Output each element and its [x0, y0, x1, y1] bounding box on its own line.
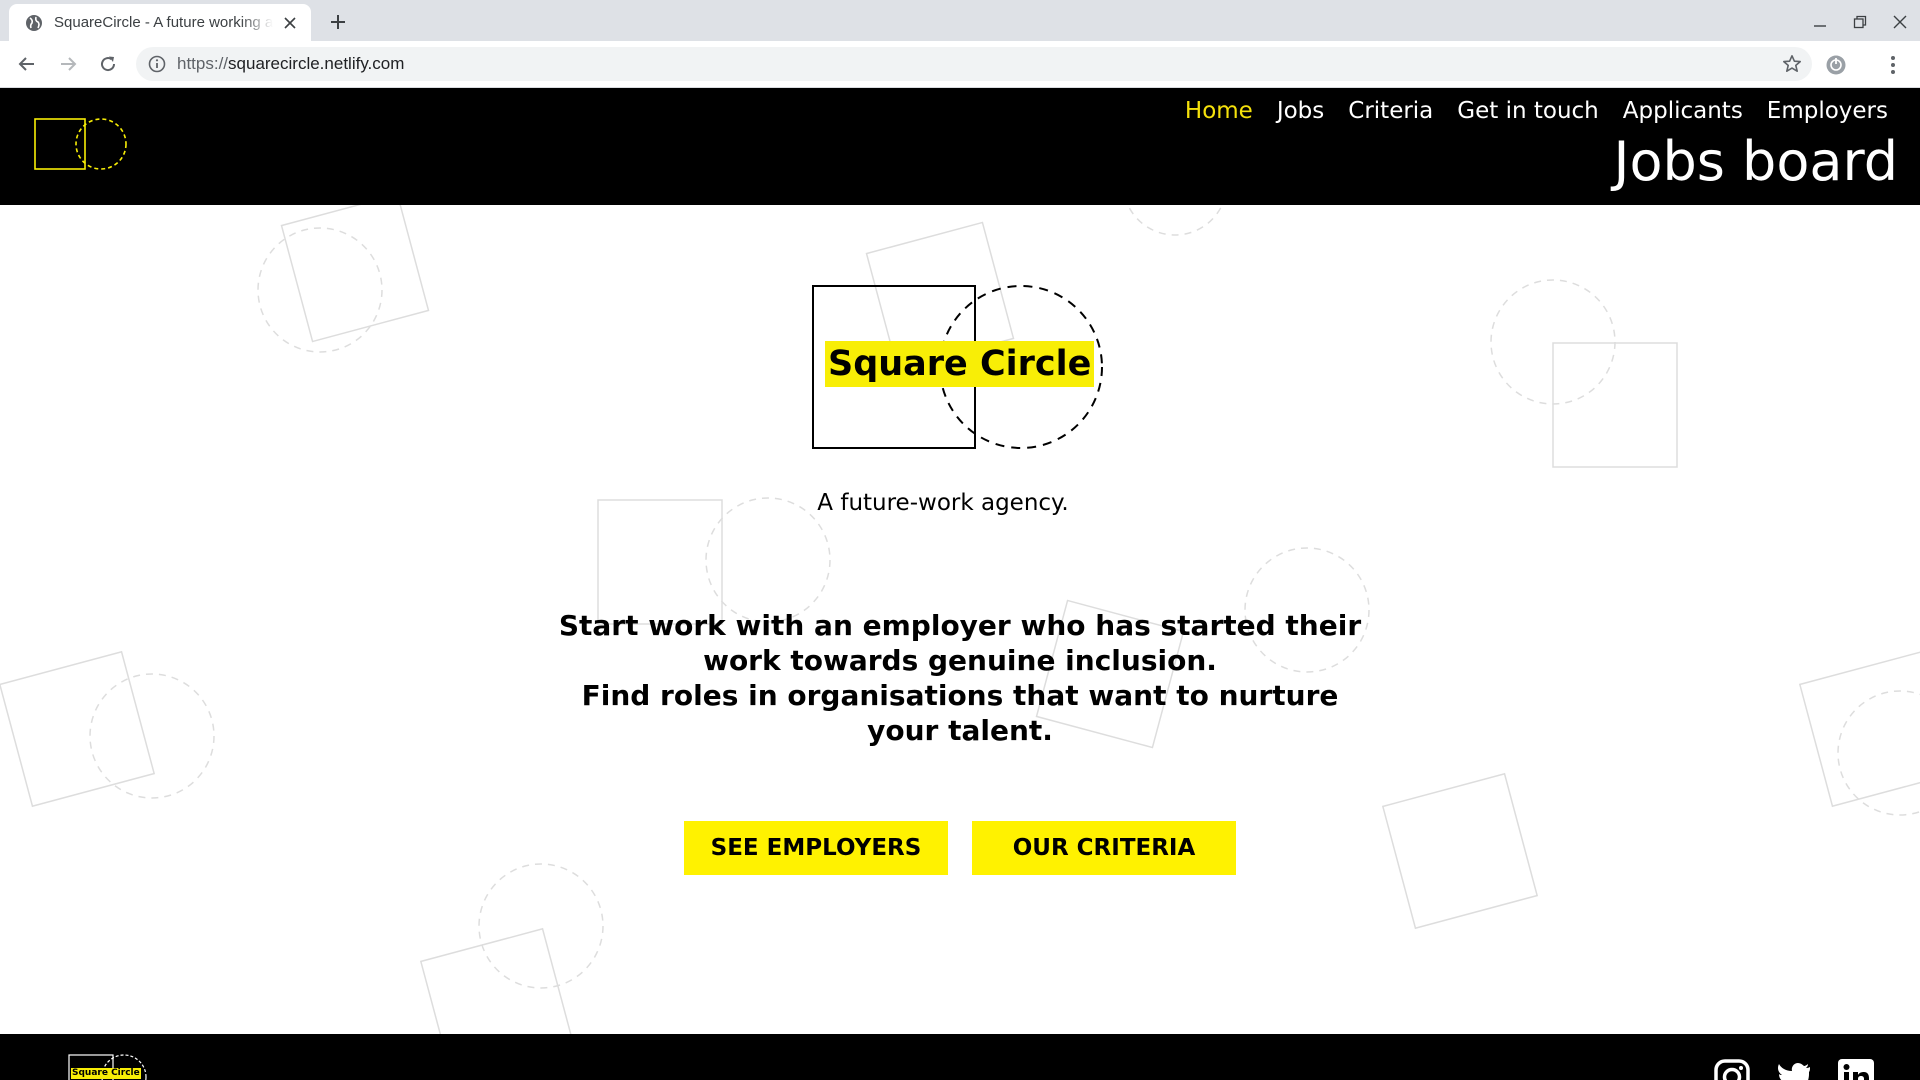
arrow-left-icon	[18, 57, 34, 71]
our-criteria-button[interactable]: OUR CRITERIA	[972, 821, 1236, 875]
site-header: Home Jobs Criteria Get in touch Applican…	[0, 88, 1920, 205]
squarecircle-logo[interactable]	[34, 118, 128, 170]
nav-home[interactable]: Home	[1185, 98, 1253, 124]
url-text: https://squarecircle.netlify.com	[177, 54, 404, 74]
restore-icon	[1853, 15, 1867, 29]
kebab-menu-icon	[1891, 56, 1895, 74]
close-window-button[interactable]	[1888, 10, 1912, 34]
url-scheme: https://	[177, 54, 229, 73]
nav-criteria[interactable]: Criteria	[1348, 98, 1433, 124]
star-icon[interactable]	[1782, 54, 1802, 74]
reload-button[interactable]	[93, 49, 123, 79]
plus-icon	[331, 15, 345, 29]
web-page: Home Jobs Criteria Get in touch Applican…	[0, 88, 1920, 1080]
extension-button[interactable]	[1824, 53, 1848, 77]
reload-icon	[101, 56, 116, 72]
nav-applicants[interactable]: Applicants	[1623, 98, 1743, 124]
url-host: squarecircle.netlify.com	[228, 54, 405, 73]
arrow-right-icon	[61, 57, 77, 71]
hero-logo-text: Square Circle	[825, 341, 1095, 387]
background-shapes	[0, 130, 1920, 1080]
address-bar[interactable]: https://squarecircle.netlify.com	[136, 47, 1812, 81]
browser-toolbar: https://squarecircle.netlify.com	[0, 41, 1920, 88]
intro-text: Start work with an employer who has star…	[545, 608, 1375, 748]
info-icon[interactable]	[148, 55, 166, 73]
tagline: A future-work agency.	[817, 490, 1069, 516]
nav-get-in-touch[interactable]: Get in touch	[1457, 98, 1598, 124]
minimize-button[interactable]	[1808, 10, 1832, 34]
linkedin-icon[interactable]	[1838, 1059, 1874, 1080]
menu-button[interactable]	[1881, 53, 1905, 77]
browser-tab[interactable]: SquareCircle - A future working agency	[9, 4, 311, 41]
forward-button[interactable]	[53, 49, 83, 79]
extension-icon	[1826, 55, 1846, 75]
nav-employers[interactable]: Employers	[1767, 98, 1888, 124]
restore-button[interactable]	[1848, 10, 1872, 34]
site-footer: Square Circle	[0, 1034, 1920, 1080]
globe-icon	[26, 14, 42, 31]
footer-logo-text: Square Circle	[71, 1068, 141, 1079]
tab-title: SquareCircle - A future working agency	[54, 14, 273, 31]
tab-close-icon[interactable]	[281, 14, 299, 32]
instagram-icon[interactable]	[1714, 1059, 1750, 1080]
main-nav: Home Jobs Criteria Get in touch Applican…	[1185, 98, 1888, 124]
minimize-icon	[1814, 25, 1826, 27]
see-employers-button[interactable]: SEE EMPLOYERS	[684, 821, 948, 875]
page-title: Jobs board	[1613, 130, 1898, 193]
nav-jobs[interactable]: Jobs	[1277, 98, 1324, 124]
browser-tabstrip: SquareCircle - A future working agency	[0, 0, 1920, 41]
close-icon	[1893, 15, 1907, 29]
twitter-icon[interactable]	[1776, 1059, 1812, 1080]
intro-line-2: Find roles in organisations that want to…	[581, 679, 1339, 747]
intro-line-1: Start work with an employer who has star…	[558, 609, 1362, 677]
new-tab-button[interactable]	[325, 9, 351, 35]
back-button[interactable]	[12, 49, 42, 79]
